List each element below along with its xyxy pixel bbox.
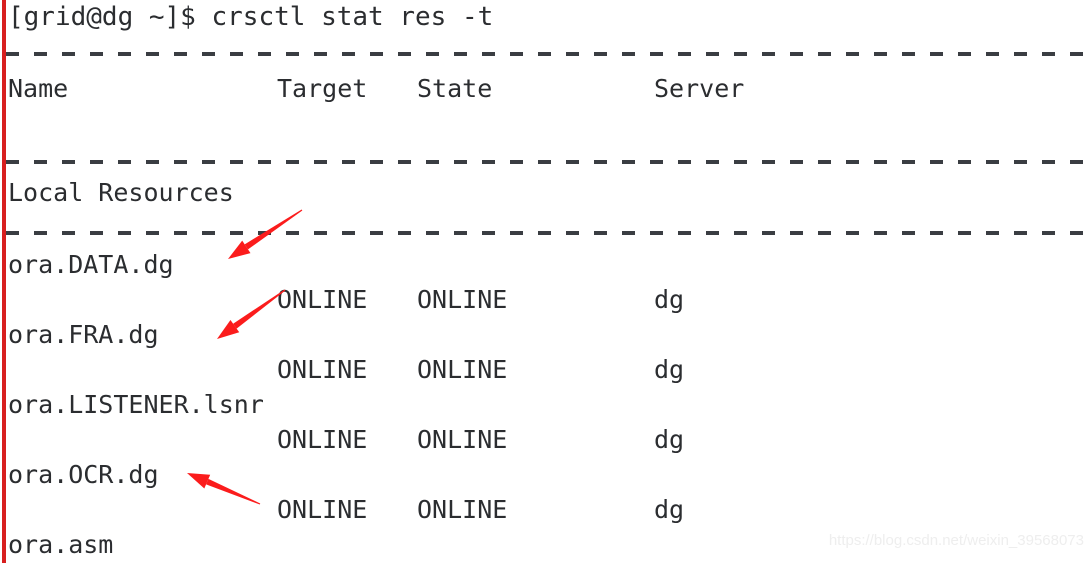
terminal-screenshot: [grid@dg ~]$ crsctl stat res -t Name Tar…	[0, 0, 1092, 563]
command-prompt-line: [grid@dg ~]$ crsctl stat res -t	[8, 2, 494, 32]
section-title-local-resources: Local Resources	[8, 178, 234, 207]
resource-name: ora.DATA.dg	[8, 250, 174, 279]
resource-state-value: ONLINE	[417, 355, 508, 384]
resource-server-value: dg	[654, 285, 685, 314]
dashed-separator-section	[6, 231, 1092, 235]
resource-target-value: ONLINE	[277, 355, 368, 384]
resource-name-row: ora.FRA.dg	[0, 320, 1092, 352]
column-header-server: Server	[654, 74, 745, 103]
resource-target-value: ONLINE	[277, 425, 368, 454]
dashed-separator-top	[6, 52, 1092, 56]
resource-name: ora.FRA.dg	[8, 320, 159, 349]
resource-status-row: ONLINE ONLINE dg	[0, 425, 1092, 457]
resource-state-value: ONLINE	[417, 425, 508, 454]
resource-name-row: ora.LISTENER.lsnr	[0, 390, 1092, 422]
dashed-separator-header	[6, 160, 1092, 164]
resource-name: ora.OCR.dg	[8, 460, 159, 489]
resource-status-row: ONLINE ONLINE dg	[0, 495, 1092, 527]
column-header-target: Target	[277, 74, 368, 103]
resource-target-value: ONLINE	[277, 285, 368, 314]
resource-status-row: ONLINE ONLINE dg	[0, 355, 1092, 387]
column-header-name: Name	[8, 74, 69, 103]
resource-name: ora.asm	[8, 530, 114, 559]
resource-state-value: ONLINE	[417, 495, 508, 524]
csdn-watermark: https://blog.csdn.net/weixin_39568073	[828, 532, 1084, 549]
resource-name-row: ora.OCR.dg	[0, 460, 1092, 492]
resource-status-row: ONLINE ONLINE dg	[0, 285, 1092, 317]
resource-state-value: ONLINE	[417, 285, 508, 314]
resource-name: ora.LISTENER.lsnr	[8, 390, 264, 419]
column-header-state: State	[417, 74, 493, 103]
resource-server-value: dg	[654, 355, 685, 384]
resource-target-value: ONLINE	[277, 495, 368, 524]
resource-server-value: dg	[654, 495, 685, 524]
resource-name-row: ora.DATA.dg	[0, 250, 1092, 282]
resource-server-value: dg	[654, 425, 685, 454]
